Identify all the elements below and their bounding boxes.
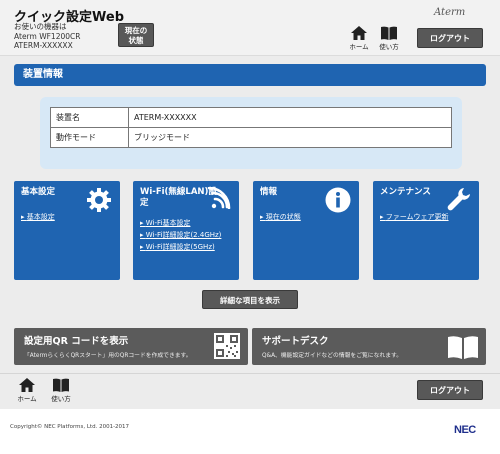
tile-title: 基本設定 [21,187,56,197]
current-status-button[interactable]: 現在の 状態 [118,23,154,47]
book-icon [53,378,69,392]
device-model: Aterm WF1200CR [14,31,81,41]
home-label: ホーム [349,43,369,51]
support-desk-tile[interactable]: サポートデスク Q&A、機能設定ガイドなどの情報をご覧になれます。 [252,328,486,365]
table-key: 動作モード [50,127,129,148]
help-label: 使い方 [379,43,399,51]
aterm-logo: Aterm [434,7,466,18]
link-label: ファームウェア更新 [385,213,449,221]
link-label: 基本設定 [26,213,55,221]
tile-title: メンテナンス [380,187,431,197]
home-icon [351,26,367,40]
show-details-button[interactable]: 詳細な項目を表示 [202,290,298,309]
device-info: お使いの機器は Aterm WF1200CR ATERM-XXXXXX [14,22,80,51]
wifi-icon [207,187,231,209]
help-button[interactable]: 使い方 [374,26,404,51]
table-row: 動作モード ブリッジモード [50,127,452,148]
support-tile-title: サポートデスク [262,336,329,347]
footer: Copyright© NEC Platforms, Ltd. 2001-2017… [0,409,500,454]
qr-tile-title: 設定用QR コードを表示 [24,336,129,347]
gear-icon [87,188,111,212]
link-label: Wi-Fi基本設定 [145,219,191,227]
device-label: お使いの機器は [14,22,67,31]
link-wifi-detail-24ghz[interactable]: ▸ Wi-Fi詳細設定(2.4GHz) [140,229,221,241]
info-icon [325,187,351,213]
table-row: 装置名 ATERM-XXXXXX [50,107,452,128]
header: クイック設定Web お使いの機器は Aterm WF1200CR ATERM-X… [0,0,500,56]
footer-logout-button[interactable]: ログアウト [417,380,483,400]
home-label: ホーム [17,395,37,403]
tile-maintenance: メンテナンス ▸ ファームウェア更新 [373,181,479,280]
qr-code-icon [214,333,240,359]
support-tile-subtitle: Q&A、機能設定ガイドなどの情報をご覧になれます。 [262,353,403,359]
book-icon [448,336,478,359]
device-name: ATERM-XXXXXX [14,41,73,50]
link-firmware-update[interactable]: ▸ ファームウェア更新 [380,211,449,223]
footer-separator [0,373,500,374]
link-wifi-detail-5ghz[interactable]: ▸ Wi-Fi詳細設定(5GHz) [140,241,221,253]
wrench-icon [447,188,470,211]
table-value: ATERM-XXXXXX [128,107,452,128]
tile-wifi-settings: Wi-Fi(無線LAN)設定 ▸ Wi-Fi基本設定 ▸ Wi-Fi詳細設定(2… [133,181,239,280]
link-label: Wi-Fi詳細設定(2.4GHz) [145,231,222,239]
status-button-line1: 現在の [124,26,148,35]
footer-help-button[interactable]: 使い方 [46,378,76,403]
table-value: ブリッジモード [128,127,452,148]
section-title: 装置情報 [14,64,486,86]
home-button[interactable]: ホーム [344,26,374,51]
link-basic-settings[interactable]: ▸ 基本設定 [21,211,55,223]
link-wifi-basic[interactable]: ▸ Wi-Fi基本設定 [140,217,221,229]
link-label: Wi-Fi詳細設定(5GHz) [145,243,215,251]
qr-tile-subtitle: 「AtermらくらくQRスタート」用のQRコードを作成できます。 [24,353,192,359]
link-label: 現在の状態 [265,213,301,221]
table-key: 装置名 [50,107,129,128]
qr-code-tile[interactable]: 設定用QR コードを表示 「AtermらくらくQRスタート」用のQRコードを作成… [14,328,248,365]
device-info-table: 装置名 ATERM-XXXXXX 動作モード ブリッジモード [50,107,452,148]
tile-basic-settings: 基本設定 ▸ 基本設定 [14,181,120,280]
status-button-line2: 状態 [128,36,144,45]
tile-title: 情報 [260,187,278,197]
book-icon [381,26,397,40]
footer-home-button[interactable]: ホーム [12,378,42,403]
logout-button[interactable]: ログアウト [417,28,483,48]
help-label: 使い方 [51,395,71,403]
nec-logo: NEC [454,424,476,436]
link-current-status[interactable]: ▸ 現在の状態 [260,211,301,223]
tile-information: 情報 ▸ 現在の状態 [253,181,359,280]
copyright: Copyright© NEC Platforms, Ltd. 2001-2017 [10,424,130,430]
home-icon [19,378,35,392]
